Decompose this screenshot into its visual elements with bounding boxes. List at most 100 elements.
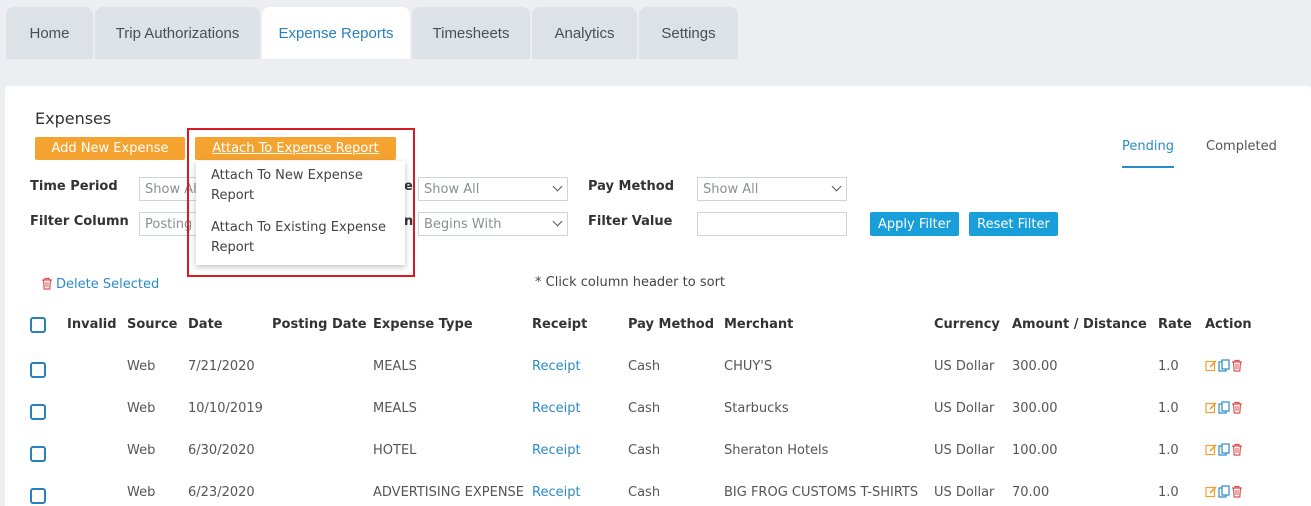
- cell-pay-method: Cash: [628, 485, 661, 500]
- header-date[interactable]: Date: [188, 317, 223, 332]
- receipt-link[interactable]: Receipt: [532, 485, 581, 500]
- cell-rate: 1.0: [1158, 401, 1179, 416]
- delete-icon[interactable]: [1231, 401, 1243, 414]
- header-merchant[interactable]: Merchant: [724, 317, 793, 332]
- tab-completed[interactable]: Completed: [1206, 139, 1277, 154]
- cell-merchant: CHUY'S: [724, 359, 773, 374]
- chevron-down-icon: [552, 216, 563, 227]
- filter-value-label: Filter Value: [588, 214, 673, 229]
- cell-amount: 300.00: [1012, 359, 1058, 374]
- cell-amount: 100.00: [1012, 443, 1058, 458]
- copy-icon[interactable]: [1218, 443, 1230, 456]
- row-checkbox[interactable]: [30, 362, 46, 378]
- reset-filter-button[interactable]: Reset Filter: [969, 212, 1058, 236]
- cell-merchant: Sheraton Hotels: [724, 443, 829, 458]
- cell-rate: 1.0: [1158, 443, 1179, 458]
- cell-currency: US Dollar: [934, 359, 995, 374]
- cell-currency: US Dollar: [934, 485, 995, 500]
- cell-pay-method: Cash: [628, 401, 661, 416]
- condition-select-value: Begins With: [424, 217, 502, 232]
- cell-pay-method: Cash: [628, 359, 661, 374]
- copy-icon[interactable]: [1218, 359, 1230, 372]
- header-receipt[interactable]: Receipt: [532, 317, 587, 332]
- cell-currency: US Dollar: [934, 401, 995, 416]
- expense-type-select[interactable]: Show All: [418, 177, 568, 201]
- row-checkbox[interactable]: [30, 404, 46, 420]
- cell-date: 6/30/2020: [188, 443, 255, 458]
- header-pay-method[interactable]: Pay Method: [628, 317, 714, 332]
- tab-settings[interactable]: Settings: [639, 7, 738, 59]
- cell-rate: 1.0: [1158, 485, 1179, 500]
- delete-icon[interactable]: [1231, 359, 1243, 372]
- cell-expense-type: HOTEL: [373, 443, 417, 458]
- cell-amount: 70.00: [1012, 485, 1050, 500]
- tab-pending[interactable]: Pending: [1122, 139, 1174, 168]
- filter-column-label: Filter Column: [30, 214, 129, 229]
- tab-home[interactable]: Home: [6, 7, 93, 59]
- cell-date: 10/10/2019: [188, 401, 263, 416]
- cell-pay-method: Cash: [628, 443, 661, 458]
- header-amount[interactable]: Amount / Distance: [1012, 317, 1147, 332]
- trash-icon: [41, 275, 53, 294]
- apply-filter-button[interactable]: Apply Filter: [870, 212, 959, 236]
- header-expense-type[interactable]: Expense Type: [373, 317, 473, 332]
- header-source[interactable]: Source: [127, 317, 177, 332]
- pay-method-select-value: Show All: [703, 182, 759, 197]
- filter-value-input[interactable]: [697, 212, 847, 236]
- copy-icon[interactable]: [1218, 401, 1230, 414]
- delete-icon[interactable]: [1231, 485, 1243, 498]
- cell-merchant: Starbucks: [724, 401, 789, 416]
- condition-select[interactable]: Begins With: [418, 212, 568, 236]
- add-new-expense-button[interactable]: Add New Expense: [35, 137, 185, 160]
- cell-source: Web: [127, 443, 156, 458]
- header-posting-date[interactable]: Posting Date: [272, 317, 367, 332]
- cell-expense-type: MEALS: [373, 401, 417, 416]
- delete-selected-link[interactable]: Delete Selected: [41, 275, 159, 294]
- edit-icon[interactable]: [1205, 401, 1217, 414]
- cell-date: 6/23/2020: [188, 485, 255, 500]
- header-action: Action: [1205, 317, 1252, 332]
- main-tab-bar: Home Trip Authorizations Expense Reports…: [0, 0, 1311, 59]
- chevron-down-icon: [831, 181, 842, 192]
- copy-icon[interactable]: [1218, 485, 1230, 498]
- cell-date: 7/21/2020: [188, 359, 255, 374]
- chevron-down-icon: [552, 181, 563, 192]
- row-checkbox[interactable]: [30, 488, 46, 504]
- time-period-label: Time Period: [30, 179, 118, 194]
- delete-icon[interactable]: [1231, 443, 1243, 456]
- pay-method-select[interactable]: Show All: [697, 177, 847, 201]
- tab-analytics[interactable]: Analytics: [532, 7, 637, 59]
- header-invalid[interactable]: Invalid: [67, 317, 117, 332]
- tab-expense-reports[interactable]: Expense Reports: [262, 7, 410, 59]
- sort-hint: * Click column header to sort: [535, 275, 726, 290]
- header-rate[interactable]: Rate: [1158, 317, 1192, 332]
- cell-expense-type: ADVERTISING EXPENSE: [373, 485, 525, 500]
- cell-merchant: BIG FROG CUSTOMS T-SHIRTS: [724, 485, 919, 500]
- tab-trip-authorizations[interactable]: Trip Authorizations: [95, 7, 260, 59]
- edit-icon[interactable]: [1205, 485, 1217, 498]
- row-actions: [1205, 485, 1243, 498]
- tab-timesheets[interactable]: Timesheets: [412, 7, 530, 59]
- row-actions: [1205, 359, 1243, 372]
- expense-type-select-value: Show All: [424, 182, 480, 197]
- cell-source: Web: [127, 401, 156, 416]
- row-checkbox[interactable]: [30, 446, 46, 462]
- pay-method-label: Pay Method: [588, 179, 675, 194]
- edit-icon[interactable]: [1205, 359, 1217, 372]
- receipt-link[interactable]: Receipt: [532, 359, 581, 374]
- receipt-link[interactable]: Receipt: [532, 443, 581, 458]
- receipt-link[interactable]: Receipt: [532, 401, 581, 416]
- highlight-box: [187, 128, 415, 277]
- cell-source: Web: [127, 359, 156, 374]
- select-all-checkbox[interactable]: [30, 317, 46, 333]
- cell-expense-type: MEALS: [373, 359, 417, 374]
- delete-selected-label: Delete Selected: [56, 277, 160, 292]
- cell-rate: 1.0: [1158, 359, 1179, 374]
- header-currency[interactable]: Currency: [934, 317, 1000, 332]
- row-actions: [1205, 443, 1243, 456]
- cell-currency: US Dollar: [934, 443, 995, 458]
- edit-icon[interactable]: [1205, 443, 1217, 456]
- cell-amount: 300.00: [1012, 401, 1058, 416]
- cell-source: Web: [127, 485, 156, 500]
- row-actions: [1205, 401, 1243, 414]
